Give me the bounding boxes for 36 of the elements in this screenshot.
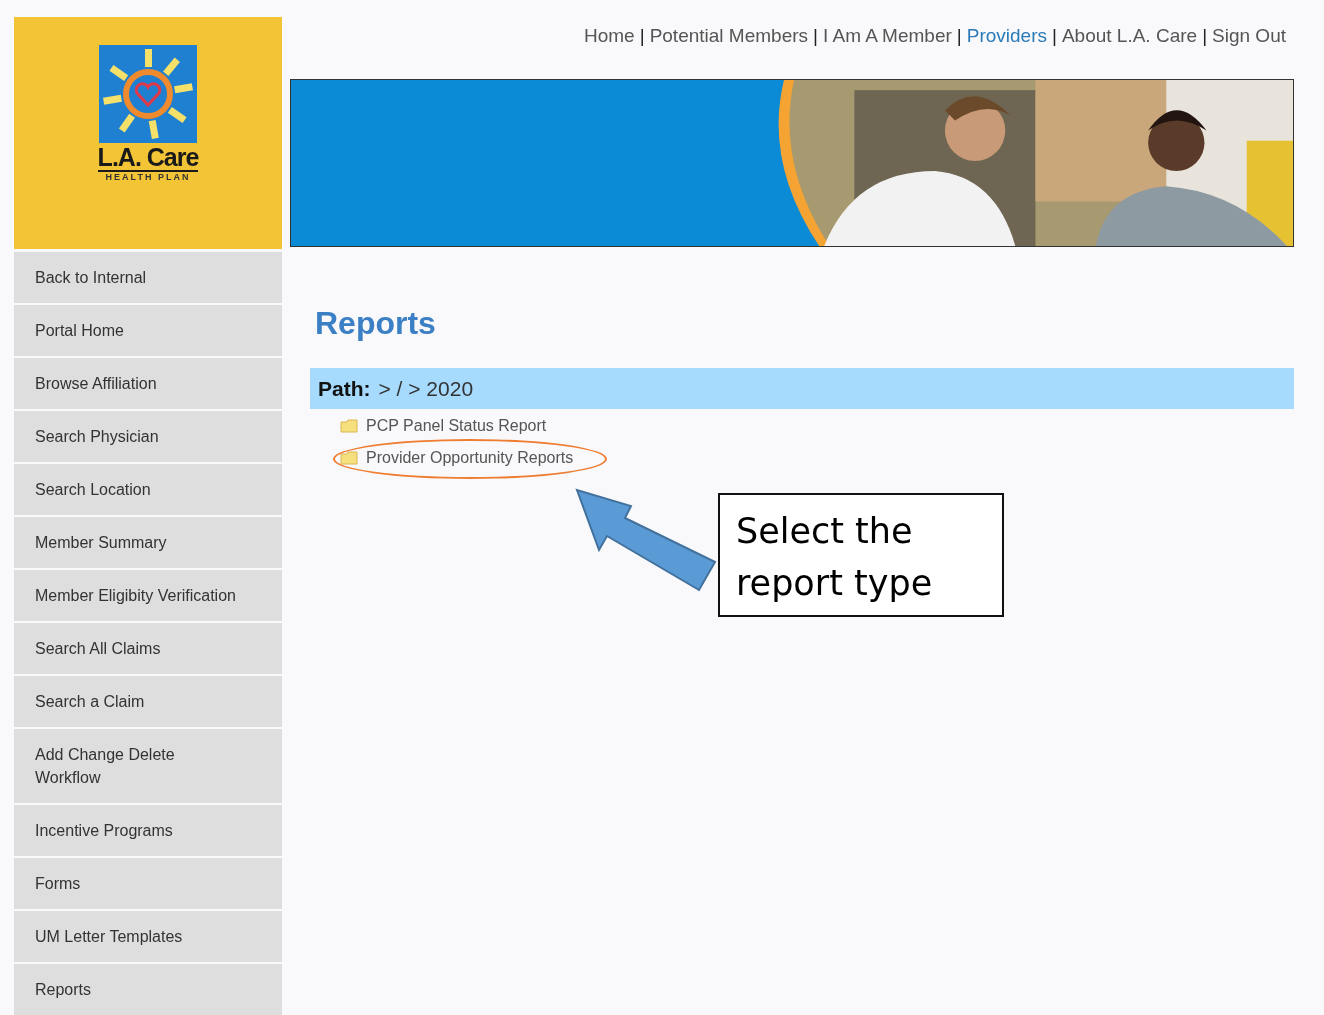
- sidebar-item[interactable]: Forms: [14, 858, 282, 909]
- nav-separator: |: [1202, 25, 1208, 48]
- logo-name: L.A. Care: [97, 144, 199, 172]
- nav-link[interactable]: About L.A. Care: [1061, 25, 1198, 79]
- report-link[interactable]: Provider Opportunity Reports: [366, 449, 574, 467]
- sidebar-item[interactable]: Back to Internal: [14, 252, 282, 303]
- sidebar-item[interactable]: Search Physician: [14, 411, 282, 462]
- sidebar-item[interactable]: Add Change Delete Workflow: [14, 729, 282, 803]
- sidebar-item[interactable]: Member Eligibity Verification: [14, 570, 282, 621]
- sidebar-item[interactable]: Member Summary: [14, 517, 282, 568]
- folder-icon: [340, 451, 358, 465]
- nav-separator: |: [639, 25, 645, 48]
- nav-link[interactable]: I Am A Member: [822, 25, 952, 79]
- nav-link[interactable]: Sign Out: [1212, 25, 1286, 79]
- path-label: Path:: [318, 376, 371, 401]
- nav-separator: |: [813, 25, 818, 48]
- path-value: > / > 2020: [378, 376, 474, 401]
- nav-link[interactable]: Potential Members: [649, 25, 809, 79]
- logo-tagline: HEALTH PLAN: [105, 171, 191, 182]
- sidebar-item[interactable]: Reports: [14, 964, 282, 1015]
- nav-link[interactable]: Home: [584, 25, 635, 79]
- report-link[interactable]: PCP Panel Status Report: [366, 417, 547, 435]
- sidebar-item[interactable]: Portal Home: [14, 305, 282, 356]
- nav-separator: |: [956, 25, 962, 48]
- sidebar-item[interactable]: Search a Claim: [14, 676, 282, 727]
- nav-separator: |: [1052, 25, 1057, 48]
- sidebar-item[interactable]: Browse Affiliation: [14, 358, 282, 409]
- sidebar-item[interactable]: Incentive Programs: [14, 805, 282, 856]
- sidebar-item[interactable]: UM Letter Templates: [14, 911, 282, 962]
- sun-heart-logo-icon: [99, 44, 197, 143]
- sidebar-item[interactable]: Search Location: [14, 464, 282, 515]
- folder-icon: [340, 419, 358, 433]
- sidebar-item[interactable]: Search All Claims: [14, 623, 282, 674]
- page-title: Reports: [315, 305, 437, 342]
- nav-link[interactable]: Providers: [966, 25, 1047, 79]
- callout-text: Select the report type: [718, 493, 1004, 617]
